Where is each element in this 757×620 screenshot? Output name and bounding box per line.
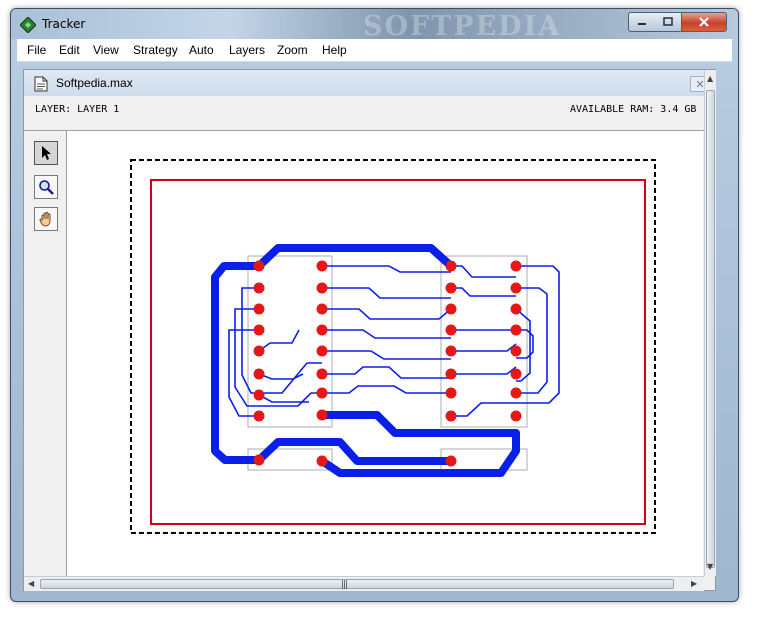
vertical-scrollbar[interactable]: ▲ ▼ <box>704 70 716 576</box>
scroll-grip-icon: ||| <box>341 580 348 590</box>
layer-status: LAYER: LAYER 1 <box>35 104 120 115</box>
menu-help[interactable]: Help <box>322 43 347 57</box>
select-tool-button[interactable] <box>34 141 58 165</box>
status-row: LAYER: LAYER 1 AVAILABLE RAM: 3.4 GB <box>24 96 715 131</box>
menu-zoom[interactable]: Zoom <box>277 43 308 57</box>
title-bar[interactable]: Tracker SOFTPEDIA <box>11 9 738 42</box>
scroll-left-icon[interactable]: ◀ <box>28 579 34 588</box>
menu-file[interactable]: File <box>27 43 46 57</box>
scroll-down-icon[interactable]: ▼ <box>707 562 713 571</box>
vertical-scroll-thumb[interactable] <box>706 90 715 568</box>
horizontal-scrollbar[interactable]: ◀ ||| ▶ <box>24 576 704 591</box>
menu-edit[interactable]: Edit <box>59 43 80 57</box>
scroll-up-icon[interactable]: ▲ <box>707 74 713 83</box>
tool-palette <box>24 131 67 576</box>
maximize-icon <box>663 17 673 26</box>
menu-auto[interactable]: Auto <box>189 43 214 57</box>
softpedia-watermark: SOFTPEDIA <box>363 11 562 42</box>
maximize-button[interactable] <box>655 12 682 32</box>
document-icon <box>34 76 48 92</box>
document-window: Softpedia.max ✕ LAYER: LAYER 1 AVAILABLE… <box>23 69 716 591</box>
zoom-tool-button[interactable] <box>34 175 58 199</box>
horizontal-scroll-thumb[interactable]: ||| <box>40 579 674 590</box>
pads-column-1 <box>253 260 265 466</box>
minimize-button[interactable] <box>628 12 656 32</box>
arrow-pointer-icon <box>42 146 51 160</box>
close-button[interactable] <box>682 12 727 32</box>
document-title-bar[interactable]: Softpedia.max ✕ <box>24 70 715 96</box>
pcb-drawing <box>130 159 656 534</box>
scroll-right-icon[interactable]: ▶ <box>691 579 697 588</box>
thick-traces <box>211 244 520 477</box>
tracker-app-icon <box>20 17 36 33</box>
selection-marquee <box>130 159 656 534</box>
magnifier-icon <box>39 180 54 195</box>
document-name: Softpedia.max <box>56 76 133 90</box>
menu-view[interactable]: View <box>93 43 119 57</box>
minimize-icon <box>638 23 646 25</box>
menu-strategy[interactable]: Strategy <box>133 43 178 57</box>
ram-status: AVAILABLE RAM: 3.4 GB <box>570 104 697 115</box>
thin-traces <box>228 265 560 417</box>
component-outlines <box>247 255 528 471</box>
window-title: Tracker <box>42 17 86 31</box>
menu-layers[interactable]: Layers <box>229 43 265 57</box>
close-icon <box>699 17 709 27</box>
hand-pan-icon <box>39 212 51 227</box>
menu-bar: File Edit View Strategy Auto Layers Zoom… <box>17 39 732 62</box>
pads-column-4 <box>510 260 522 422</box>
pcb-canvas[interactable] <box>67 131 703 576</box>
pan-tool-button[interactable] <box>34 207 58 231</box>
app-window: Tracker SOFTPEDIA File Edit View Strateg… <box>10 8 739 602</box>
